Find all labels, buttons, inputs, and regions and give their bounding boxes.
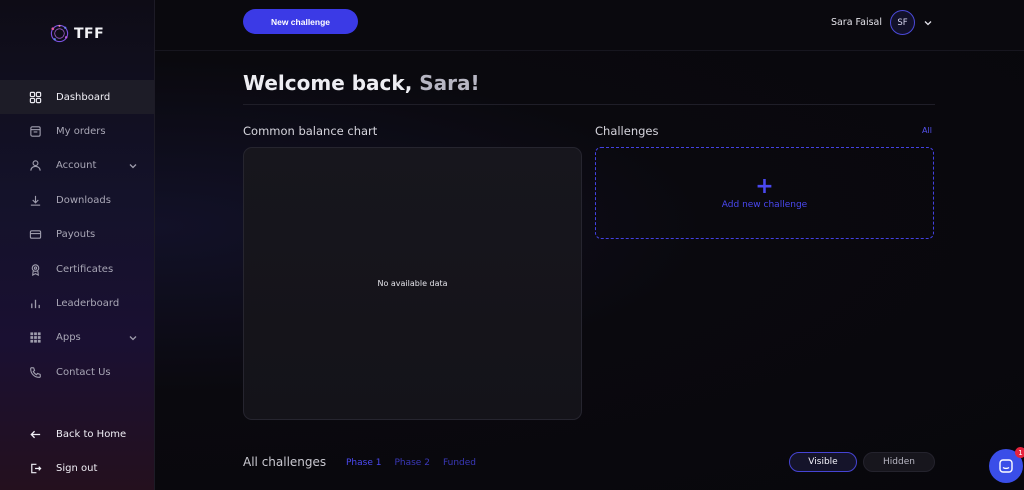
chevron-down-icon[interactable] bbox=[923, 18, 933, 28]
user-icon bbox=[29, 159, 42, 172]
all-challenges-title: All challenges bbox=[243, 455, 327, 469]
add-new-challenge-label: Add new challenge bbox=[721, 199, 808, 210]
user-name: Sara Faisal bbox=[830, 17, 882, 28]
main-content: Welcome back, Sara! Common balance chart… bbox=[155, 51, 1024, 490]
sidebar-item-label: Contact Us bbox=[56, 366, 111, 378]
visible-button[interactable]: Visible bbox=[789, 452, 857, 472]
visibility-toggle: Visible Hidden bbox=[789, 452, 935, 472]
sign-out-link[interactable]: Sign out bbox=[0, 451, 154, 485]
back-to-home-label: Back to Home bbox=[56, 428, 127, 440]
chat-icon bbox=[999, 459, 1013, 473]
sign-out-label: Sign out bbox=[56, 462, 98, 474]
app-root: TFF Dashboard My orders Account Download… bbox=[0, 0, 1024, 490]
avatar[interactable]: SF bbox=[890, 10, 915, 35]
no-data-message: No available data bbox=[377, 279, 448, 288]
sidebar-item-contact-us[interactable]: Contact Us bbox=[0, 355, 154, 389]
download-icon bbox=[29, 194, 42, 207]
sidebar-item-payouts[interactable]: Payouts bbox=[0, 218, 154, 252]
sidebar-item-label: Account bbox=[56, 160, 97, 172]
chat-notification-badge: 1 bbox=[1015, 447, 1024, 458]
wallet-icon bbox=[29, 228, 42, 241]
brand-logo[interactable]: TFF bbox=[49, 23, 104, 44]
bar-chart-icon bbox=[29, 297, 42, 310]
sidebar: TFF Dashboard My orders Account Download… bbox=[0, 0, 155, 490]
sidebar-item-label: Downloads bbox=[56, 194, 111, 206]
certificate-icon bbox=[29, 263, 42, 276]
sidebar-item-label: Certificates bbox=[56, 263, 114, 275]
sidebar-item-label: Dashboard bbox=[56, 91, 111, 103]
sidebar-item-apps[interactable]: Apps bbox=[0, 321, 154, 355]
add-new-challenge-card[interactable]: + Add new challenge bbox=[595, 147, 934, 239]
phone-icon bbox=[29, 366, 42, 379]
sidebar-item-label: Payouts bbox=[56, 229, 96, 241]
apps-grid-icon bbox=[29, 331, 42, 344]
challenges-title: Challenges bbox=[595, 124, 659, 138]
balance-chart-title: Common balance chart bbox=[243, 124, 378, 138]
phase-tabs: Phase 1 Phase 2 Funded bbox=[346, 458, 476, 468]
chevron-down-icon[interactable] bbox=[128, 161, 138, 171]
new-challenge-button[interactable]: New challenge bbox=[243, 9, 358, 34]
chevron-down-icon[interactable] bbox=[128, 333, 138, 343]
grid-icon bbox=[29, 91, 42, 104]
title-divider bbox=[243, 104, 935, 105]
page-title: Welcome back, Sara! bbox=[243, 71, 480, 95]
sidebar-item-dashboard[interactable]: Dashboard bbox=[0, 80, 154, 115]
sidebar-item-certificates[interactable]: Certificates bbox=[0, 252, 154, 286]
hidden-button[interactable]: Hidden bbox=[863, 452, 935, 472]
sidebar-item-my-orders[interactable]: My orders bbox=[0, 114, 154, 148]
tab-phase-2[interactable]: Phase 2 bbox=[394, 458, 429, 468]
user-menu[interactable]: Sara Faisal SF bbox=[831, 10, 933, 35]
welcome-prefix: Welcome back, bbox=[243, 71, 420, 95]
sidebar-item-label: Leaderboard bbox=[56, 298, 120, 310]
arrow-left-icon bbox=[29, 428, 42, 441]
sidebar-item-label: Apps bbox=[56, 332, 81, 344]
sidebar-item-leaderboard[interactable]: Leaderboard bbox=[0, 286, 154, 320]
plus-icon: + bbox=[755, 173, 774, 199]
tab-funded[interactable]: Funded bbox=[443, 458, 476, 468]
topbar: New challenge Sara Faisal SF bbox=[155, 0, 1024, 51]
sidebar-item-label: My orders bbox=[56, 126, 106, 138]
all-challenges-link[interactable]: All bbox=[922, 126, 932, 135]
back-to-home-link[interactable]: Back to Home bbox=[0, 417, 154, 451]
sidebar-item-account[interactable]: Account bbox=[0, 149, 154, 183]
tab-phase-1[interactable]: Phase 1 bbox=[346, 458, 381, 468]
balance-chart-card: No available data bbox=[243, 147, 582, 420]
sidebar-item-downloads[interactable]: Downloads bbox=[0, 183, 154, 217]
orders-icon bbox=[29, 125, 42, 138]
brand-name: TFF bbox=[74, 25, 105, 42]
sidebar-nav: Dashboard My orders Account Downloads Pa… bbox=[0, 80, 154, 390]
sign-out-icon bbox=[29, 462, 42, 475]
sidebar-bottom-nav: Back to Home Sign out bbox=[0, 417, 154, 485]
welcome-name: Sara! bbox=[419, 71, 480, 95]
globe-logo-icon bbox=[50, 24, 69, 43]
